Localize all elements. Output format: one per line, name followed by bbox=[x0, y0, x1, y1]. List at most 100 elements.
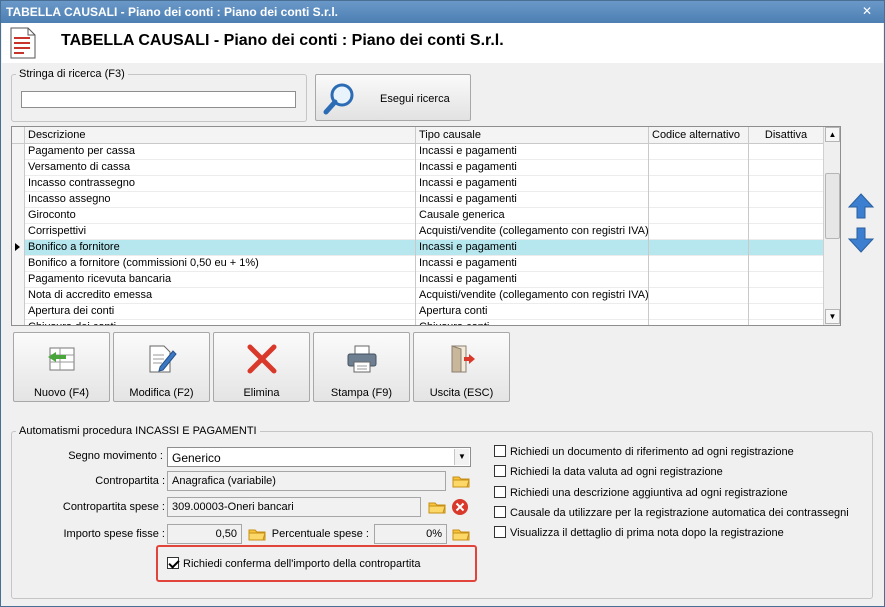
folder-icon[interactable] bbox=[247, 524, 267, 544]
column-header-tipo[interactable]: Tipo causale bbox=[416, 127, 649, 144]
table-row[interactable]: Corrispettivi Acquisti/vendite (collegame… bbox=[12, 224, 824, 240]
table-row[interactable]: Bonifico a fornitore (commissioni 0,50 e… bbox=[12, 256, 824, 272]
chevron-down-icon[interactable]: ▼ bbox=[454, 449, 469, 465]
scroll-thumb[interactable] bbox=[825, 173, 840, 239]
cell-tipo[interactable]: Incassi e pagamenti bbox=[416, 160, 649, 176]
table-row[interactable]: Pagamento ricevuta bancaria Incassi e pag… bbox=[12, 272, 824, 288]
column-header-disattiva[interactable]: Disattiva bbox=[749, 127, 824, 144]
cell-tipo[interactable]: Causale generica bbox=[416, 208, 649, 224]
move-down-arrow-icon[interactable] bbox=[847, 226, 875, 254]
cell-disattiva[interactable] bbox=[749, 304, 824, 320]
modifica-button[interactable]: Modifica (F2) bbox=[113, 332, 210, 402]
table-row[interactable]: Chiusura dei contiChiusura conti bbox=[12, 320, 824, 325]
cell-disattiva[interactable] bbox=[749, 224, 824, 240]
checkbox-icon[interactable] bbox=[494, 445, 506, 457]
cell-codice[interactable] bbox=[649, 256, 749, 272]
checkbox-icon[interactable] bbox=[494, 526, 506, 538]
checkbox-icon[interactable] bbox=[494, 486, 506, 498]
vertical-scrollbar[interactable]: ▲ ▼ bbox=[823, 127, 840, 325]
move-up-arrow-icon[interactable] bbox=[847, 192, 875, 220]
cell-descrizione[interactable]: Corrispettivi bbox=[25, 224, 416, 240]
table-row[interactable]: Incasso assegno Incassi e pagamenti bbox=[12, 192, 824, 208]
scroll-down-icon[interactable]: ▼ bbox=[825, 309, 840, 324]
clear-icon[interactable] bbox=[451, 498, 469, 516]
cell-disattiva[interactable] bbox=[749, 160, 824, 176]
cell-codice[interactable] bbox=[649, 208, 749, 224]
cell-codice[interactable] bbox=[649, 176, 749, 192]
cell-disattiva[interactable] bbox=[749, 192, 824, 208]
cell-tipo[interactable]: Incassi e pagamenti bbox=[416, 192, 649, 208]
folder-icon[interactable] bbox=[451, 524, 471, 544]
close-icon[interactable]: ✕ bbox=[858, 3, 876, 20]
cell-descrizione[interactable]: Nota di accredito emessa bbox=[25, 288, 416, 304]
cell-codice[interactable] bbox=[649, 272, 749, 288]
scroll-up-icon[interactable]: ▲ bbox=[825, 127, 840, 142]
checkbox-icon[interactable] bbox=[494, 465, 506, 477]
cell-disattiva[interactable] bbox=[749, 288, 824, 304]
search-button[interactable]: Esegui ricerca bbox=[315, 74, 471, 121]
cell-tipo[interactable]: Apertura conti bbox=[416, 304, 649, 320]
stampa-button[interactable]: Stampa (F9) bbox=[313, 332, 410, 402]
causali-table[interactable]: Descrizione Tipo causale Codice alternat… bbox=[11, 126, 841, 326]
cell-codice[interactable] bbox=[649, 304, 749, 320]
search-input[interactable] bbox=[21, 91, 296, 108]
conferma-importo-checkbox[interactable]: Richiedi conferma dell'importo della con… bbox=[167, 557, 421, 570]
folder-icon[interactable] bbox=[427, 497, 447, 517]
table-row[interactable]: Giroconto Causale generica bbox=[12, 208, 824, 224]
uscita-button[interactable]: Uscita (ESC) bbox=[413, 332, 510, 402]
cell-codice[interactable] bbox=[649, 240, 749, 256]
elimina-button[interactable]: Elimina bbox=[213, 332, 310, 402]
nuovo-button[interactable]: Nuovo (F4) bbox=[13, 332, 110, 402]
cell-descrizione[interactable]: Incasso assegno bbox=[25, 192, 416, 208]
cell-tipo[interactable]: Incassi e pagamenti bbox=[416, 144, 649, 160]
cell-codice[interactable] bbox=[649, 320, 749, 325]
cell-tipo[interactable]: Incassi e pagamenti bbox=[416, 176, 649, 192]
option-data-valuta[interactable]: Richiedi la data valuta ad ogni registra… bbox=[494, 465, 723, 478]
cell-descrizione[interactable]: Bonifico a fornitore (commissioni 0,50 e… bbox=[25, 256, 416, 272]
column-header-codice[interactable]: Codice alternativo bbox=[649, 127, 749, 144]
cell-tipo[interactable]: Chiusura conti bbox=[416, 320, 649, 325]
table-row[interactable]: Pagamento per cassa Incassi e pagamenti bbox=[12, 144, 824, 160]
cell-descrizione[interactable]: Incasso contrassegno bbox=[25, 176, 416, 192]
importo-spese-field[interactable]: 0,50 bbox=[167, 524, 242, 544]
cell-descrizione[interactable]: Pagamento ricevuta bancaria bbox=[25, 272, 416, 288]
table-row[interactable]: Incasso contrassegno Incassi e pagamenti bbox=[12, 176, 824, 192]
cell-tipo[interactable]: Acquisti/vendite (collegamento con regis… bbox=[416, 288, 649, 304]
option-descrizione-aggiuntiva[interactable]: Richiedi una descrizione aggiuntiva ad o… bbox=[494, 486, 788, 499]
table-row[interactable]: Apertura dei conti Apertura conti bbox=[12, 304, 824, 320]
cell-tipo[interactable]: Incassi e pagamenti bbox=[416, 256, 649, 272]
cell-codice[interactable] bbox=[649, 224, 749, 240]
checkbox-icon[interactable] bbox=[494, 506, 506, 518]
folder-icon[interactable] bbox=[451, 471, 471, 491]
cell-codice[interactable] bbox=[649, 192, 749, 208]
cell-descrizione[interactable]: Giroconto bbox=[25, 208, 416, 224]
table-row[interactable]: Nota di accredito emessa Acquisti/vendite… bbox=[12, 288, 824, 304]
cell-tipo[interactable]: Acquisti/vendite (collegamento con regis… bbox=[416, 224, 649, 240]
cell-descrizione[interactable]: Bonifico a fornitore bbox=[25, 240, 416, 256]
cell-disattiva[interactable] bbox=[749, 256, 824, 272]
cell-disattiva[interactable] bbox=[749, 240, 824, 256]
cell-descrizione[interactable]: Versamento di cassa bbox=[25, 160, 416, 176]
cell-descrizione[interactable]: Chiusura dei conti bbox=[25, 320, 416, 325]
option-causale-contrassegni[interactable]: Causale da utilizzare per la registrazio… bbox=[494, 506, 849, 519]
cell-descrizione[interactable]: Pagamento per cassa bbox=[25, 144, 416, 160]
cell-tipo[interactable]: Incassi e pagamenti bbox=[416, 272, 649, 288]
cell-disattiva[interactable] bbox=[749, 320, 824, 325]
cell-codice[interactable] bbox=[649, 288, 749, 304]
cell-tipo[interactable]: Incassi e pagamenti bbox=[416, 240, 649, 256]
option-dettaglio-prima-nota[interactable]: Visualizza il dettaglio di prima nota do… bbox=[494, 526, 784, 539]
cell-codice[interactable] bbox=[649, 144, 749, 160]
contropartita-field[interactable]: Anagrafica (variabile) bbox=[167, 471, 446, 491]
cell-disattiva[interactable] bbox=[749, 208, 824, 224]
table-row[interactable]: Bonifico a fornitore Incassi e pagamenti bbox=[12, 240, 824, 256]
cell-disattiva[interactable] bbox=[749, 272, 824, 288]
option-documento-riferimento[interactable]: Richiedi un documento di riferimento ad … bbox=[494, 445, 794, 458]
cell-disattiva[interactable] bbox=[749, 176, 824, 192]
segno-movimento-select[interactable]: Generico ▼ bbox=[167, 447, 471, 467]
checkbox-checked-icon[interactable] bbox=[167, 557, 179, 569]
table-row[interactable]: Versamento di cassa Incassi e pagamenti bbox=[12, 160, 824, 176]
cell-descrizione[interactable]: Apertura dei conti bbox=[25, 304, 416, 320]
column-header-descrizione[interactable]: Descrizione bbox=[25, 127, 416, 144]
percentuale-spese-field[interactable]: 0% bbox=[374, 524, 447, 544]
cell-disattiva[interactable] bbox=[749, 144, 824, 160]
